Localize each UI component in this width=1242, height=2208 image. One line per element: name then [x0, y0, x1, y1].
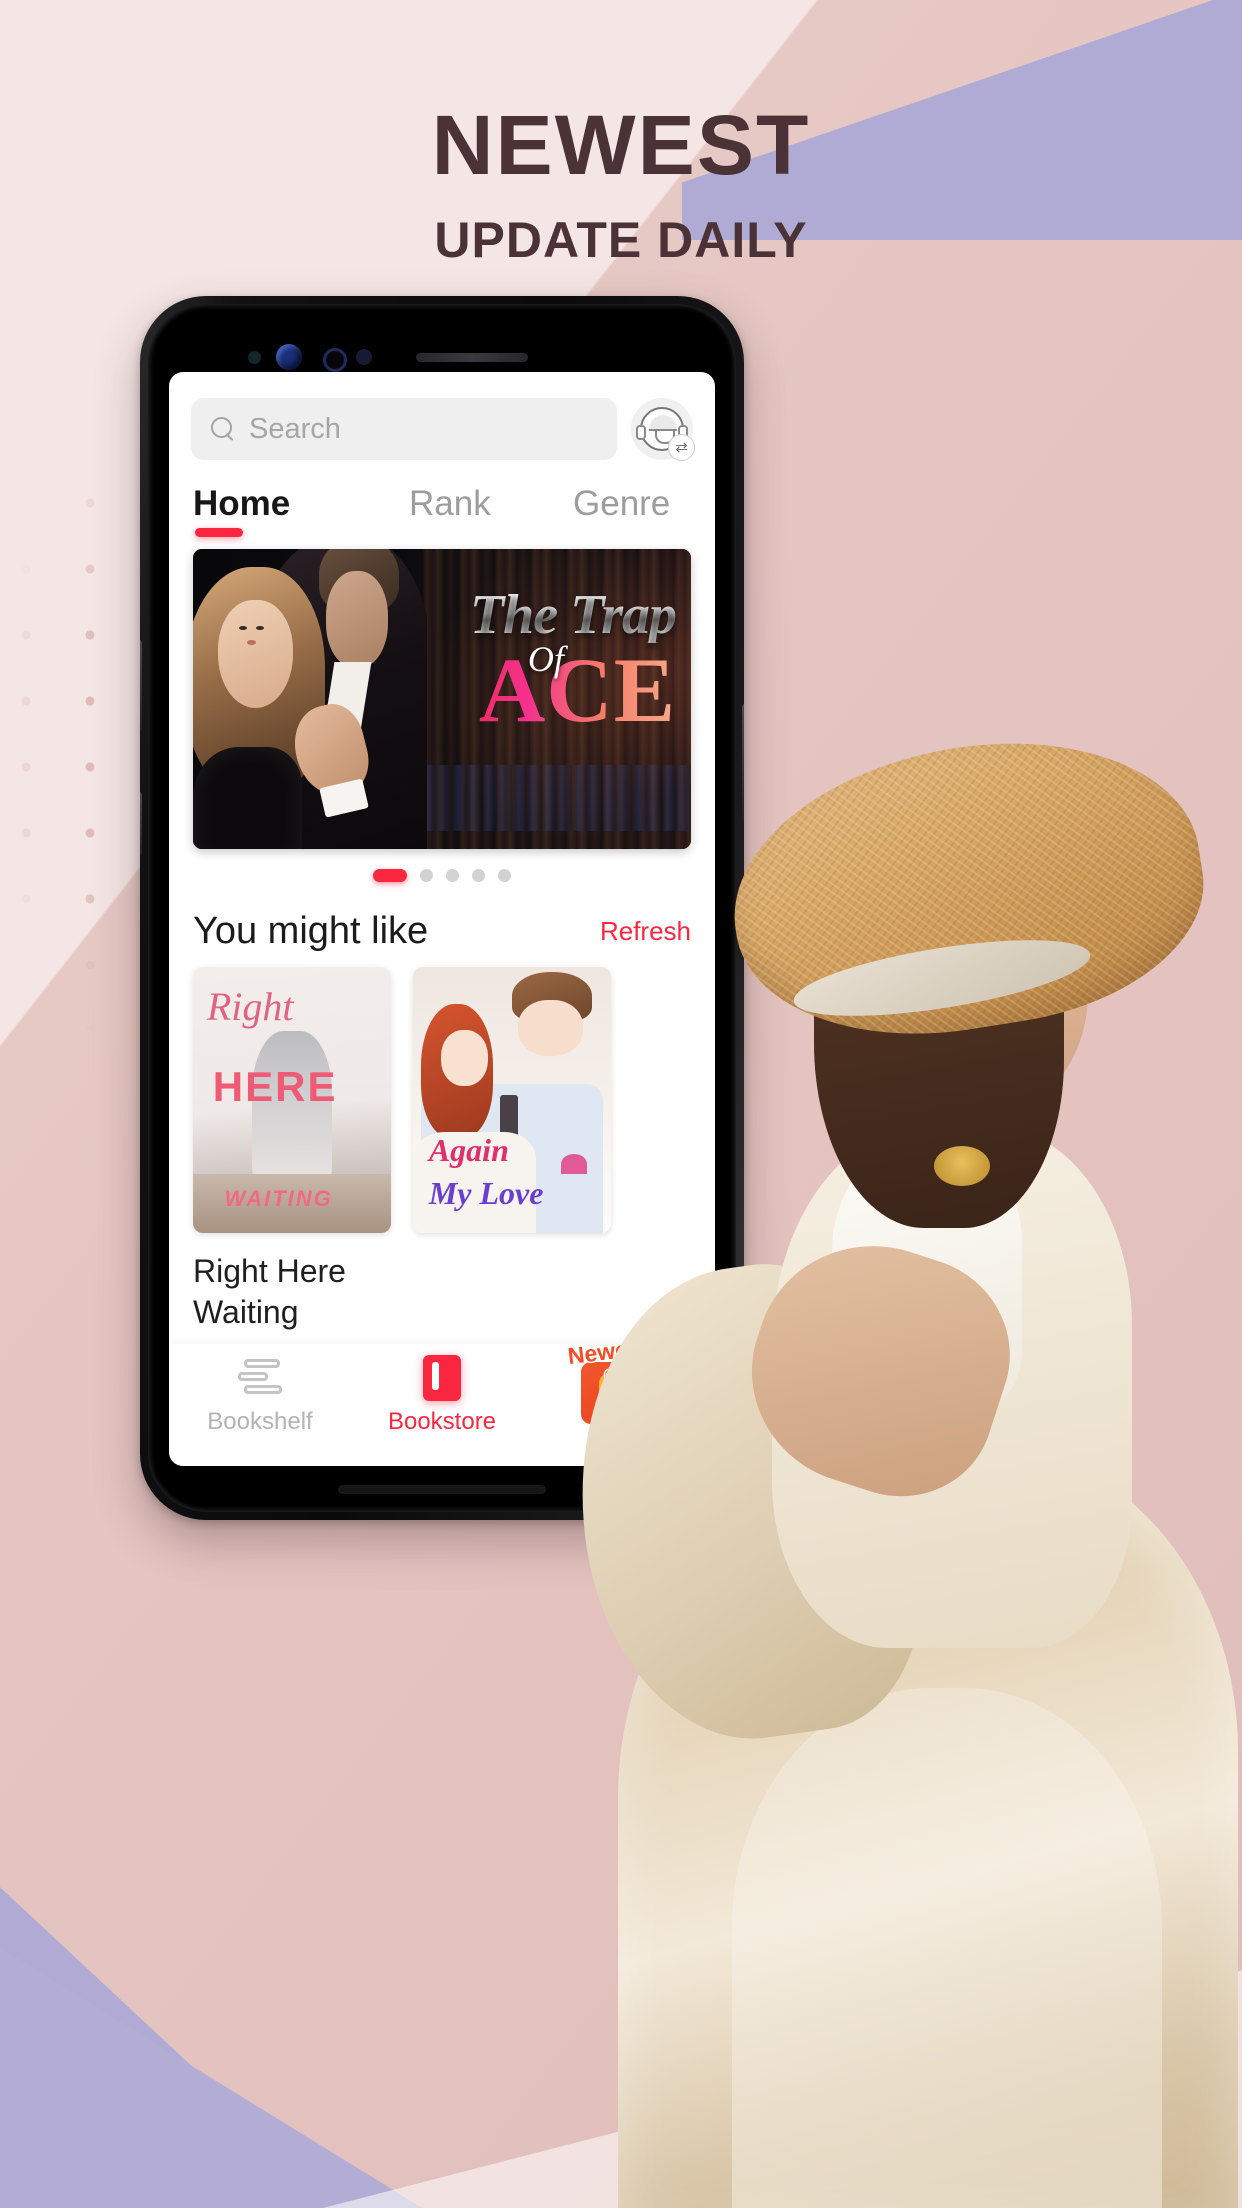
banner-woman-face — [218, 600, 294, 708]
profile-avatar-button[interactable]: ⇄ — [631, 398, 695, 461]
phone-sensor-row — [148, 344, 736, 372]
tab-home[interactable]: Home — [193, 484, 409, 541]
phone-power-button — [742, 704, 744, 824]
pager-dot-1[interactable] — [373, 869, 407, 882]
nav-item-bookshelf[interactable]: Bookshelf — [169, 1354, 351, 1436]
pager-dot-5[interactable] — [498, 869, 511, 882]
tab-genre[interactable]: Genre — [573, 484, 670, 541]
ambient-sensor-icon — [248, 351, 261, 364]
book-card[interactable]: Again My Love — [413, 967, 611, 1333]
cover-boy-face — [518, 1000, 583, 1057]
app-screen: Search ⇄ Home Rank Genre The Trap ACE Of… — [169, 372, 715, 1466]
banner-pager — [193, 849, 691, 882]
section-title-you-might-like: You might like — [193, 910, 429, 952]
tab-active-underline — [195, 528, 243, 537]
search-icon — [211, 417, 235, 442]
banner-woman-eye-right — [255, 625, 264, 631]
front-camera-icon — [323, 348, 347, 372]
swap-icon: ⇄ — [668, 434, 695, 461]
tab-rank[interactable]: Rank — [409, 484, 573, 541]
book-cover: Right HERE WAITING — [193, 967, 391, 1233]
tab-home-label: Home — [193, 484, 291, 523]
phone-earpiece — [416, 353, 528, 362]
bookshelf-icon — [169, 1354, 351, 1402]
pager-dot-3[interactable] — [446, 869, 459, 882]
cover-text-line1: Again — [428, 1132, 509, 1169]
banner-bottles-backdrop — [422, 765, 691, 831]
you-might-like-list: Right HERE WAITING Right Here Waiting Ag… — [169, 953, 715, 1333]
book-icon — [351, 1354, 533, 1402]
cover-text-line2: HERE — [212, 1062, 338, 1110]
promo-subheadline: UPDATE DAILY — [434, 212, 808, 268]
cover-girl-face — [440, 1030, 488, 1087]
cover-fan-icon — [561, 1154, 588, 1175]
phone-home-indicator — [338, 1485, 546, 1494]
gift-star-icon: ★ — [617, 1384, 646, 1420]
promo-headline-block: NEWEST UPDATE DAILY — [0, 103, 1242, 265]
hero-banner[interactable]: The Trap ACE Of — [193, 549, 691, 849]
cover-text-line1: Right — [206, 983, 294, 1029]
banner-woman-dress — [193, 747, 302, 849]
nav-label-bookstore: Bookstore — [387, 1408, 497, 1435]
phone-bezel: Search ⇄ Home Rank Genre The Trap ACE Of… — [148, 304, 736, 1512]
gift-badge-label: Newcomer gifts — [565, 1328, 688, 1392]
search-input[interactable]: Search — [191, 398, 617, 460]
avatar-ear-left — [636, 425, 646, 440]
tab-rank-label: Rank — [409, 484, 491, 523]
search-row: Search ⇄ — [169, 372, 715, 470]
nav-label-bookshelf: Bookshelf — [207, 1408, 313, 1435]
pager-dot-4[interactable] — [472, 869, 485, 882]
gift-icon: ★ Newcomer gifts — [565, 1328, 686, 1432]
phone-volume-up-button — [140, 640, 142, 732]
banner-title-line2: ACE — [367, 644, 676, 736]
banner-title-block: The Trap ACE Of — [367, 587, 677, 736]
cover-text-line2: My Love — [428, 1174, 544, 1211]
banner-woman-lips — [246, 639, 257, 646]
banner-title-line1: The Trap — [367, 587, 677, 643]
book-card[interactable]: Right HERE WAITING Right Here Waiting — [193, 967, 391, 1333]
search-placeholder: Search — [249, 412, 341, 445]
hero-banner-wrap: The Trap ACE Of — [169, 541, 715, 882]
promo-screenshot: NEWEST UPDATE DAILY Search ⇄ Home Rank G… — [0, 0, 1242, 2208]
phone-volume-down-button — [140, 792, 142, 856]
pager-dot-2[interactable] — [420, 869, 433, 882]
bottom-navigation: Bookshelf Bookstore ★ Newcomer gifts — [169, 1328, 715, 1466]
you-might-like-header: You might like Refresh — [169, 882, 715, 953]
book-title: Right Here Waiting — [193, 1253, 346, 1330]
cover-text-line3: WAITING — [224, 1185, 333, 1211]
proximity-sensor-icon — [356, 349, 372, 365]
nav-item-newcomer-gifts[interactable]: ★ Newcomer gifts — [533, 1328, 715, 1432]
main-tabs: Home Rank Genre — [169, 470, 715, 541]
banner-title-of: Of — [527, 638, 564, 679]
nav-item-bookstore[interactable]: Bookstore — [351, 1354, 533, 1436]
iris-scanner-icon — [276, 344, 302, 370]
phone-mockup: Search ⇄ Home Rank Genre The Trap ACE Of… — [140, 296, 744, 1520]
banner-woman-eye-left — [239, 625, 248, 631]
refresh-button[interactable]: Refresh — [600, 916, 691, 947]
tab-genre-label: Genre — [573, 484, 671, 523]
book-cover: Again My Love — [413, 967, 611, 1233]
promo-headline: NEWEST — [431, 98, 811, 192]
